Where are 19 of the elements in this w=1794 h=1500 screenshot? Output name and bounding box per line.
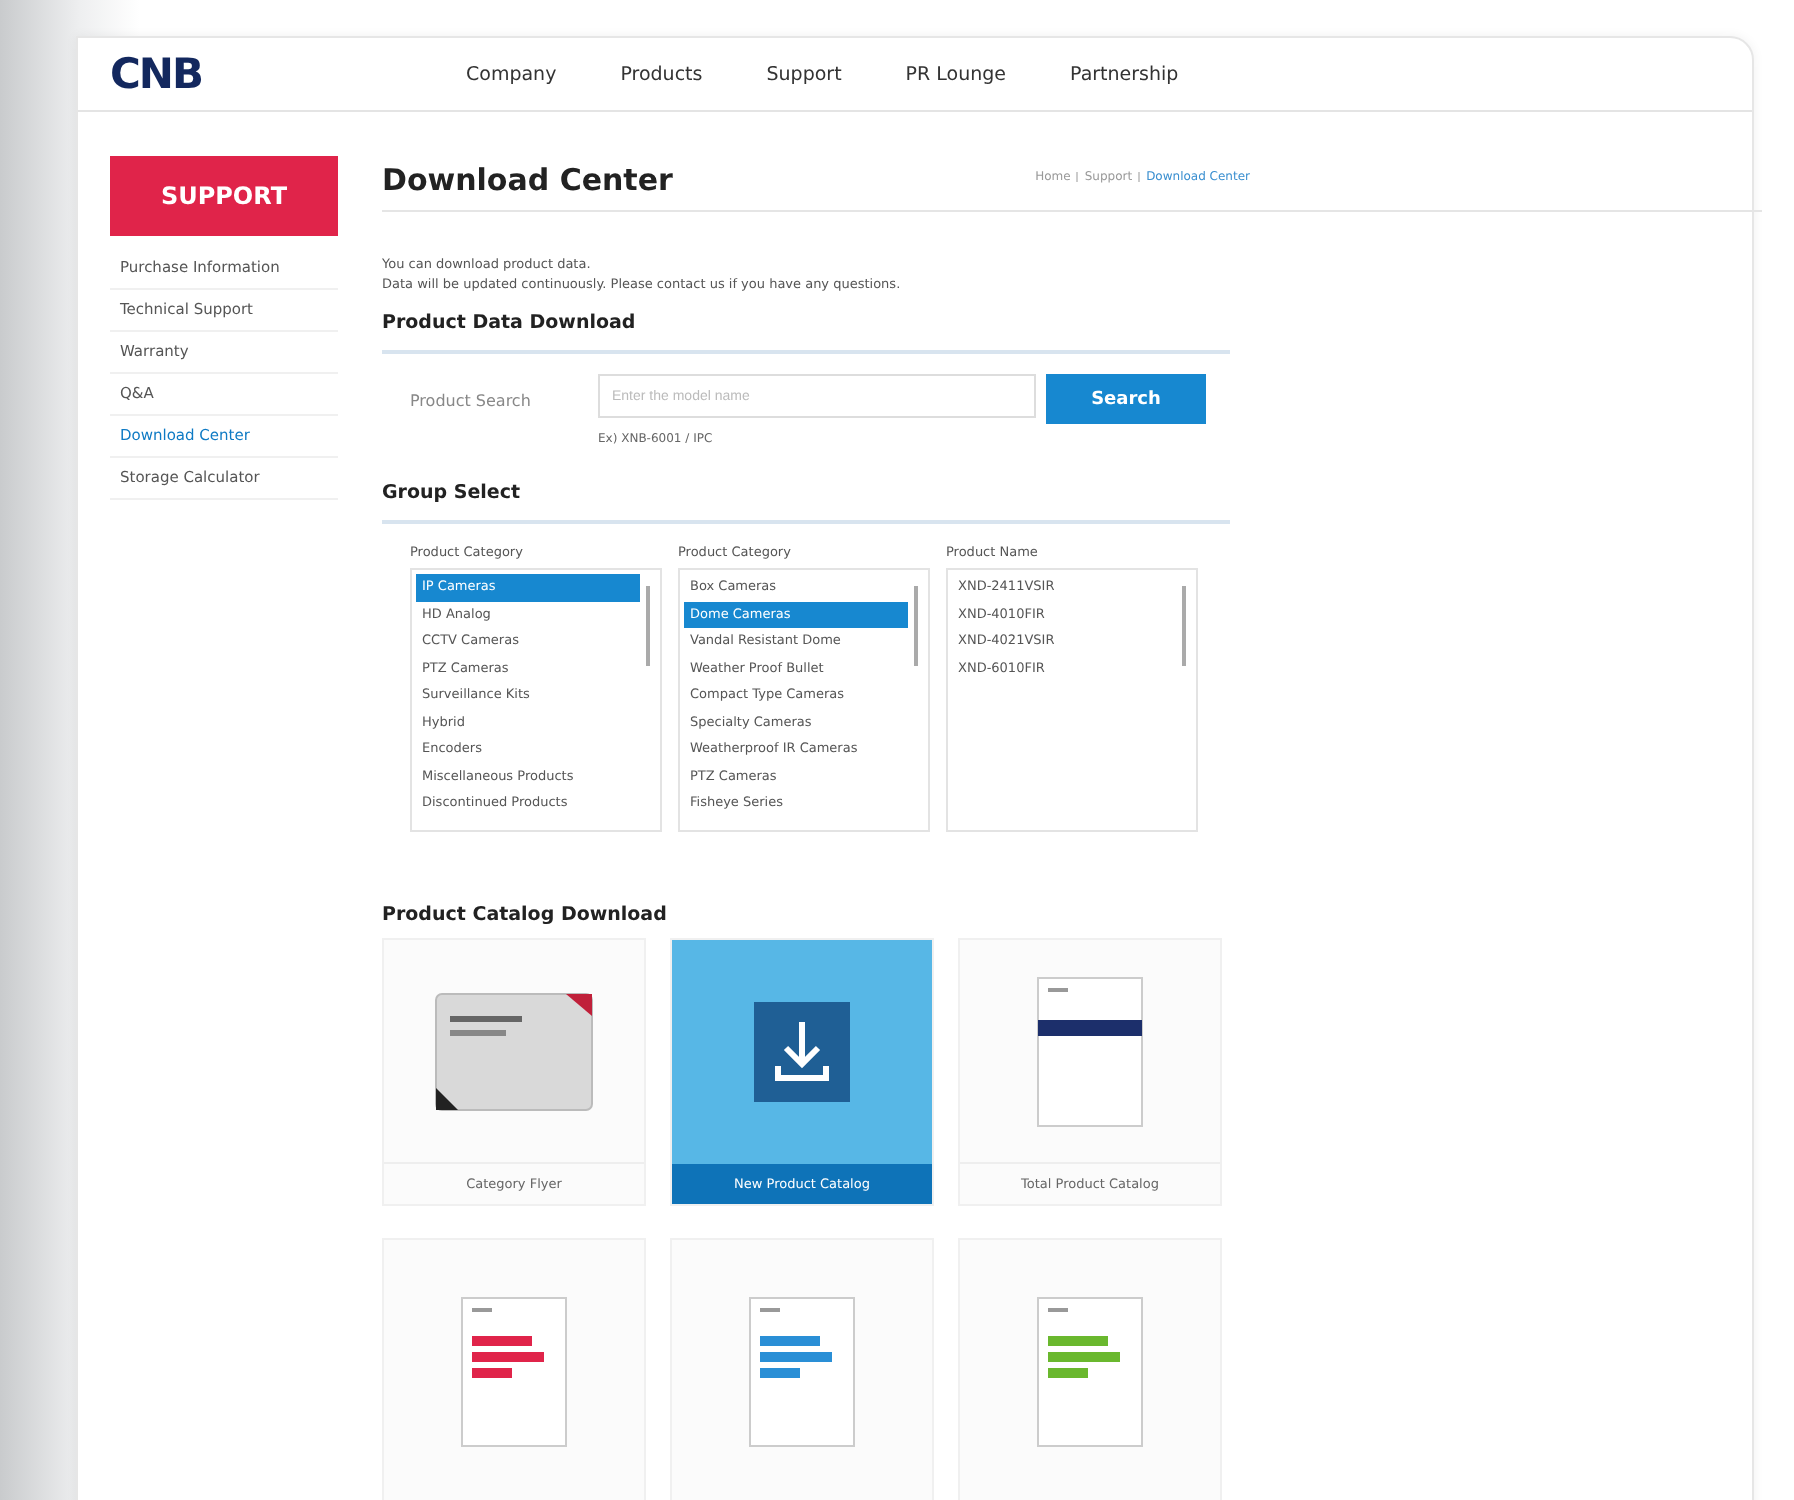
section-heading: Group Select [382,482,1230,524]
catalog-card[interactable] [958,1238,1222,1500]
brand-logo[interactable]: CNB [110,50,370,98]
section-heading: Product Data Download [382,312,1230,354]
scrollbar [1182,586,1186,666]
scrollbar [646,586,650,666]
nav-link[interactable]: Support [766,63,842,85]
catalog-card[interactable] [670,1238,934,1500]
nav-link[interactable]: Partnership [1070,63,1179,85]
section-heading: Product Catalog Download [382,904,669,930]
search-button[interactable]: Search [1046,374,1206,424]
nav-link[interactable]: Company [466,63,557,85]
field-label: Product Search [410,390,533,410]
catalog-card[interactable] [382,1238,646,1500]
scrollbar [914,586,918,666]
nav-link[interactable]: PR Lounge [905,63,1007,85]
section-title-banner: SUPPORT [110,156,338,236]
page-title: Download Center [382,162,673,198]
nav-link[interactable]: Products [620,63,703,85]
